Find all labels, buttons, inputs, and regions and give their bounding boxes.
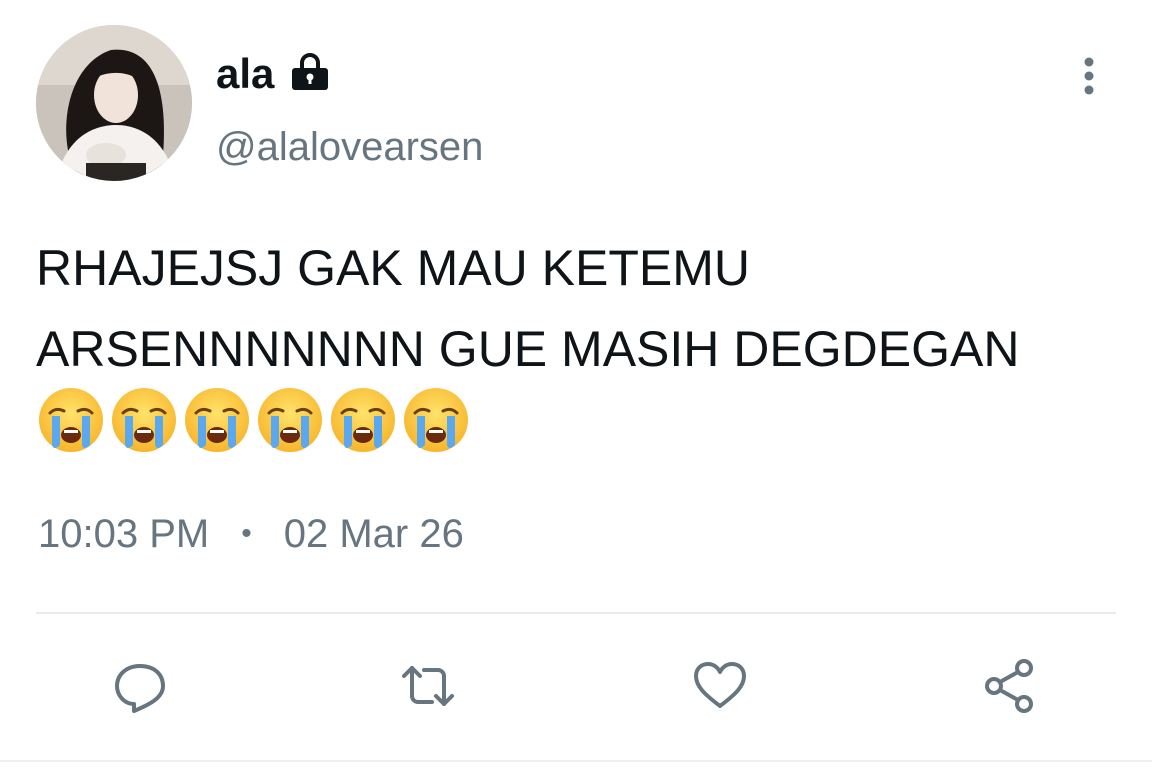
retweet-button[interactable]	[398, 656, 458, 716]
bottom-divider	[0, 760, 1152, 762]
tweet-time[interactable]: 10:03 PM	[38, 510, 209, 558]
heart-icon	[694, 662, 746, 708]
crying-emoji-icon	[109, 385, 182, 455]
share-icon	[985, 659, 1033, 713]
crying-emoji-icon	[255, 385, 328, 455]
tweet-date[interactable]: 02 Mar 26	[284, 510, 464, 558]
more-vertical-icon[interactable]	[1072, 54, 1106, 98]
tweet-card: ala @alalovearsen RHAJEJSJ GAK MAU KETEM…	[0, 0, 1152, 777]
divider	[36, 612, 1116, 614]
display-name[interactable]: ala	[216, 48, 274, 100]
crying-emoji-icon	[36, 385, 109, 455]
tweet-meta: 10:03 PM • 02 Mar 26	[38, 510, 464, 558]
reply-button[interactable]	[110, 656, 170, 716]
user-handle[interactable]: @alalovearsen	[216, 124, 483, 170]
avatar[interactable]	[36, 25, 192, 181]
crying-emoji-icon	[328, 385, 401, 455]
lock-icon	[288, 50, 332, 94]
reply-icon	[115, 664, 165, 713]
meta-separator: •	[241, 517, 252, 550]
retweet-icon	[402, 666, 454, 706]
tweet-text: RHAJEJSJ GAK MAU KETEMU ARSENNNNNNN GUE …	[36, 228, 1126, 390]
avatar-image	[36, 25, 192, 181]
share-button[interactable]	[980, 656, 1040, 716]
tweet-text-line: ARSENNNNNNN GUE MASIH DEGDEGAN	[36, 321, 1020, 377]
crying-emoji-icon	[401, 385, 474, 455]
emoji-row	[36, 385, 474, 455]
like-button[interactable]	[690, 656, 750, 716]
crying-emoji-icon	[182, 385, 255, 455]
tweet-text-line: RHAJEJSJ GAK MAU KETEMU	[36, 240, 750, 296]
